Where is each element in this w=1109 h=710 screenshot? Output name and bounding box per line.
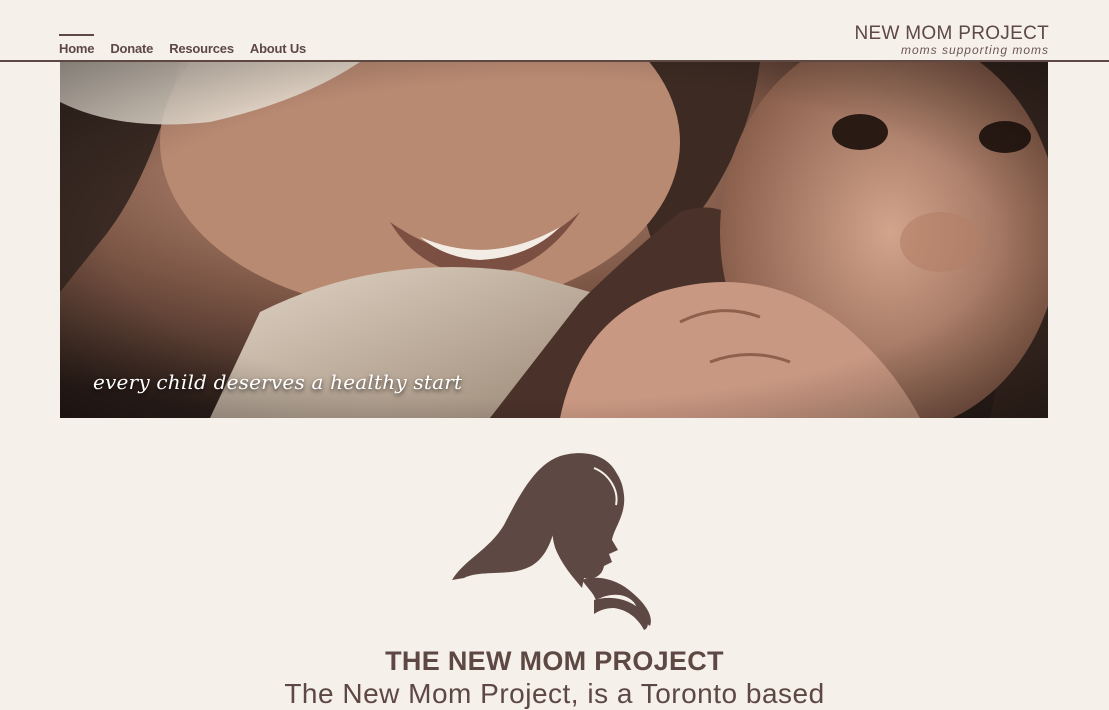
main-nav: Home Donate Resources About Us: [59, 34, 306, 56]
nav-about-us[interactable]: About Us: [250, 34, 306, 56]
hero-banner: every child deserves a healthy start: [60, 62, 1048, 418]
nav-home[interactable]: Home: [59, 34, 95, 56]
nav-resources[interactable]: Resources: [169, 34, 234, 56]
intro-text: The New Mom Project, is a Toronto based: [284, 678, 825, 709]
mother-child-silhouette-icon: [452, 453, 651, 630]
hero-photo: [60, 62, 1048, 418]
logo-title: NEW MOM PROJECT: [854, 23, 1049, 44]
site-logo[interactable]: NEW MOM PROJECT moms supporting moms: [855, 24, 1050, 56]
nav-donate[interactable]: Donate: [110, 34, 153, 56]
site-header: Home Donate Resources About Us NEW MOM P…: [0, 0, 1109, 62]
page-title: THE NEW MOM PROJECT: [385, 646, 724, 676]
logo-tagline: moms supporting moms: [900, 43, 1049, 57]
hero-caption: every child deserves a healthy start: [93, 370, 463, 394]
